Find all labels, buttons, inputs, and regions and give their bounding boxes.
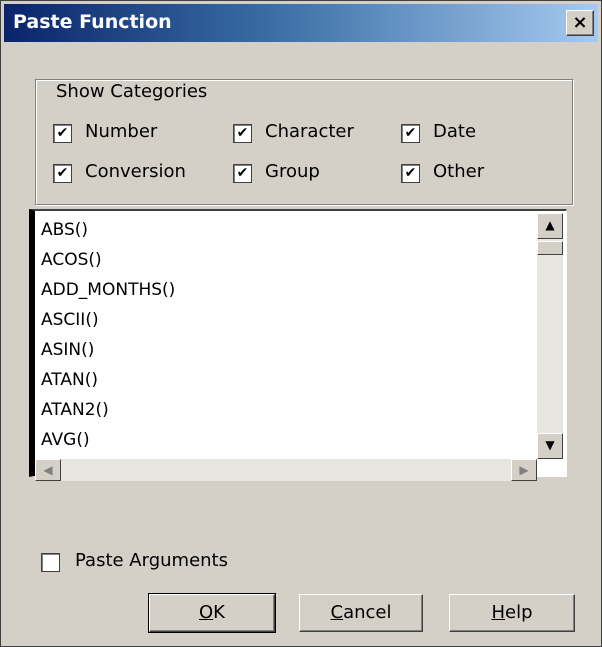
dialog-title: Paste Function (13, 11, 172, 33)
help-button-label: Help (491, 602, 533, 623)
label-paste-arguments: Paste Arguments (75, 550, 228, 571)
checkbox-paste-arguments[interactable] (41, 553, 60, 572)
checkbox-conversion[interactable]: ✔ (53, 164, 72, 183)
list-item-atan[interactable]: ATAN() (41, 367, 98, 393)
checkmark-icon: ✔ (404, 125, 417, 141)
checkbox-date[interactable]: ✔ (401, 124, 420, 143)
horizontal-scrollbar[interactable]: ◀ ▶ (35, 459, 537, 481)
checkmark-icon: ✔ (56, 125, 69, 141)
list-item-abs[interactable]: ABS() (41, 217, 88, 243)
scroll-thumb[interactable] (537, 241, 563, 255)
cancel-button[interactable]: Cancel (299, 594, 423, 632)
show-categories-legend: Show Categories (53, 81, 211, 102)
ok-button[interactable]: OK (148, 593, 276, 633)
label-group: Group (265, 161, 320, 182)
checkmark-icon: ✔ (236, 125, 249, 141)
arrow-right-icon: ▶ (519, 463, 529, 477)
checkmark-icon: ✔ (236, 165, 249, 181)
list-item-asin[interactable]: ASIN() (41, 337, 94, 363)
paste-function-dialog: Paste Function × Show Categories ✔ Numbe… (0, 0, 602, 647)
scroll-left-button[interactable]: ◀ (35, 459, 61, 481)
scroll-right-button[interactable]: ▶ (511, 459, 537, 481)
checkmark-icon: ✔ (56, 165, 69, 181)
vertical-scrollbar[interactable]: ▲ ▼ (537, 213, 563, 459)
label-number: Number (85, 121, 158, 142)
arrow-up-icon: ▲ (545, 218, 555, 232)
checkbox-number[interactable]: ✔ (53, 124, 72, 143)
label-conversion: Conversion (85, 161, 186, 182)
checkbox-character[interactable]: ✔ (233, 124, 252, 143)
label-date: Date (433, 121, 477, 142)
arrow-left-icon: ◀ (43, 463, 53, 477)
list-item-ascii[interactable]: ASCII() (41, 307, 99, 333)
list-item-acos[interactable]: ACOS() (41, 247, 102, 273)
list-item-atan2[interactable]: ATAN2() (41, 397, 109, 423)
arrow-down-icon: ▼ (545, 438, 555, 452)
list-item-avg[interactable]: AVG() (41, 427, 90, 453)
close-button[interactable]: × (566, 10, 594, 36)
checkbox-other[interactable]: ✔ (401, 164, 420, 183)
scroll-down-button[interactable]: ▼ (537, 433, 563, 459)
list-item-add-months[interactable]: ADD_MONTHS() (41, 277, 175, 303)
ok-button-label: OK (199, 602, 225, 623)
scroll-up-button[interactable]: ▲ (537, 213, 563, 239)
cancel-button-label: Cancel (330, 602, 392, 623)
function-list[interactable]: ABS() ACOS() ADD_MONTHS() ASCII() ASIN()… (29, 209, 567, 477)
label-other: Other (433, 161, 485, 182)
title-bar[interactable]: Paste Function × (4, 4, 598, 42)
checkmark-icon: ✔ (404, 165, 417, 181)
checkbox-group[interactable]: ✔ (233, 164, 252, 183)
help-button[interactable]: Help (449, 594, 575, 632)
label-character: Character (265, 121, 354, 142)
close-icon: × (572, 12, 588, 33)
